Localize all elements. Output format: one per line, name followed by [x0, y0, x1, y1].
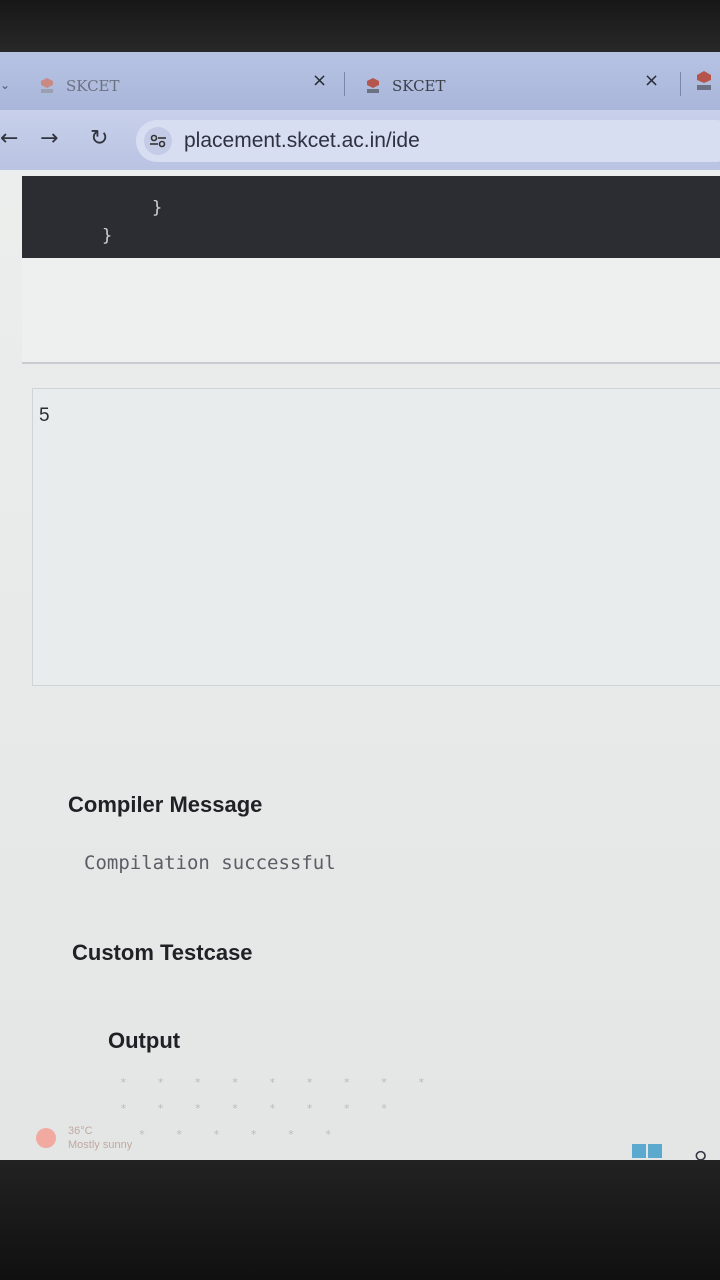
browser-tab-2[interactable]: SKCET	[364, 66, 446, 106]
weather-widget[interactable]: 36°C Mostly sunny	[36, 1124, 132, 1152]
browser-tab-1[interactable]: SKCET	[38, 66, 120, 106]
tab-separator	[680, 72, 681, 96]
output-pattern-row: * * * * * * * *	[120, 1102, 400, 1115]
code-line: }	[152, 198, 163, 218]
skcet-logo-icon	[364, 77, 382, 95]
url-text: placement.skcet.ac.in/ide	[184, 129, 420, 152]
site-settings-icon[interactable]	[144, 127, 172, 155]
compiler-message-heading: Compiler Message	[68, 792, 263, 817]
browser-window: ⌄ SKCET × SKCET × ← → ↻ placement.skcet.…	[0, 52, 720, 1164]
tab-strip: ⌄ SKCET × SKCET ×	[0, 52, 720, 110]
weather-temperature: 36°C	[68, 1125, 93, 1137]
tab-title: SKCET	[392, 77, 446, 95]
compiler-message-text: Compilation successful	[84, 852, 336, 874]
custom-testcase-heading: Custom Testcase	[72, 940, 253, 965]
weather-sun-icon	[36, 1128, 56, 1148]
navigation-bar: ← → ↻ placement.skcet.ac.in/ide	[0, 110, 720, 170]
output-heading: Output	[108, 1028, 181, 1053]
code-editor[interactable]: } }	[22, 176, 720, 258]
close-tab-icon[interactable]: ×	[312, 70, 327, 91]
reload-icon[interactable]: ↻	[90, 126, 108, 151]
tab-title: SKCET	[66, 77, 120, 95]
weather-condition: Mostly sunny	[68, 1139, 133, 1151]
output-pattern-row: * * * * * * * * *	[120, 1076, 437, 1089]
code-line: }	[102, 226, 113, 246]
screen-bezel-bottom	[0, 1160, 720, 1280]
input-value: 5	[39, 405, 50, 426]
tab-separator	[344, 72, 345, 96]
skcet-logo-icon[interactable]	[694, 70, 714, 92]
address-bar[interactable]: placement.skcet.ac.in/ide	[136, 120, 720, 162]
screen-bezel-top	[0, 0, 720, 58]
tab-list-chevron-icon[interactable]: ⌄	[0, 78, 10, 92]
custom-input-box[interactable]: 5	[32, 388, 720, 686]
ide-page: } } 5 Compiler Message Compilation succe…	[0, 170, 720, 1164]
forward-arrow-icon[interactable]: →	[40, 126, 58, 151]
output-pattern: * * * * * * * * * * * * * * * * * * * * …	[120, 1076, 437, 1154]
back-arrow-icon[interactable]: ←	[0, 126, 18, 151]
output-pattern-row: * * * * * *	[120, 1128, 344, 1141]
close-tab-icon[interactable]: ×	[644, 70, 659, 91]
editor-footer-panel	[22, 258, 720, 364]
skcet-logo-icon	[38, 77, 56, 95]
